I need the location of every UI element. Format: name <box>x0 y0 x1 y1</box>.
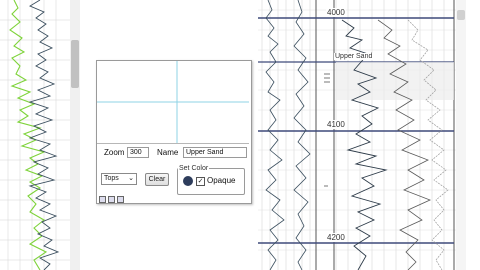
left-log-curves <box>0 0 80 270</box>
dialog-toolbar <box>99 196 124 203</box>
depth-label-4000: 4000 <box>326 8 346 17</box>
copy-icon[interactable] <box>108 196 115 203</box>
opaque-label: Opaque <box>207 176 236 185</box>
right-log-curves <box>258 0 480 270</box>
name-input[interactable]: Upper Sand <box>183 147 247 158</box>
type-select[interactable]: Tops ⌄ <box>101 173 137 185</box>
zoom-label: Zoom <box>104 148 125 157</box>
clear-button[interactable]: Clear <box>145 173 169 186</box>
right-log-track: 4000 Upper Sand 4100 4200 <box>258 0 480 270</box>
crosshair-preview[interactable] <box>97 61 249 144</box>
depth-label-4200: 4200 <box>326 233 346 242</box>
crosshair-graphic <box>97 61 249 143</box>
type-select-value: Tops <box>104 175 119 182</box>
color-swatch-icon[interactable] <box>183 176 193 186</box>
opaque-checkbox[interactable]: ✓ <box>196 177 205 186</box>
save-icon[interactable] <box>99 196 106 203</box>
chevron-down-icon: ⌄ <box>128 175 134 182</box>
name-label: Name <box>157 148 179 157</box>
delete-icon[interactable] <box>117 196 124 203</box>
set-color-legend: Set Color <box>179 165 209 172</box>
left-log-track <box>0 0 80 270</box>
zoom-input[interactable]: 300 <box>127 147 149 158</box>
depth-label-4100: 4100 <box>326 120 346 129</box>
top-marker-label[interactable]: Upper Sand <box>334 53 374 60</box>
tops-dialog: Zoom 300 Name Upper Sand Tops ⌄ Clear Se… <box>96 60 252 204</box>
